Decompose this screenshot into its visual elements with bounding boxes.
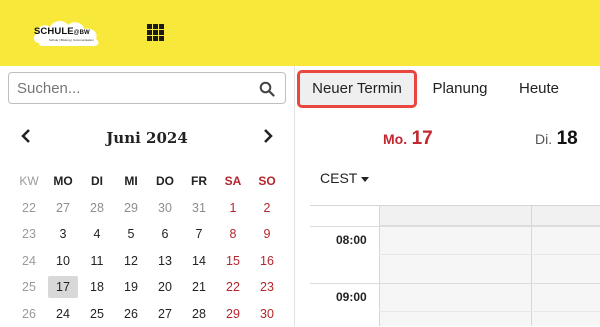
week-number: 22 bbox=[12, 197, 46, 219]
calendar-day[interactable]: 11 bbox=[80, 250, 114, 272]
search-box bbox=[8, 72, 286, 104]
calendar-week-row: 25 17 18 19 20 21 22 23 bbox=[12, 274, 284, 301]
grid-column-divider bbox=[379, 206, 380, 326]
calendar-day[interactable]: 1 bbox=[216, 197, 250, 219]
calendar-day[interactable]: 15 bbox=[216, 250, 250, 272]
week-number: 26 bbox=[12, 303, 46, 325]
calendar-day[interactable]: 29 bbox=[114, 197, 148, 219]
calendar-week-row: 22 27 28 29 30 31 1 2 bbox=[12, 195, 284, 222]
timezone-dropdown[interactable]: CEST bbox=[320, 170, 369, 186]
calendar-weekday-header: KW MO DI MI DO FR SA SO bbox=[12, 168, 284, 195]
calendar-day[interactable]: 9 bbox=[250, 223, 284, 245]
calendar-day[interactable]: 24 bbox=[46, 303, 80, 325]
calendar-day[interactable]: 3 bbox=[46, 223, 80, 245]
calendar-day[interactable]: 29 bbox=[216, 303, 250, 325]
hour-label: 09:00 bbox=[336, 290, 367, 304]
day-name: Mo. bbox=[383, 131, 407, 147]
calendar-day[interactable]: 31 bbox=[182, 197, 216, 219]
logo-subtitle: Schule | Bildung | Kommunikation bbox=[49, 38, 94, 42]
logo-text: SCHULE@BW bbox=[34, 26, 90, 37]
calendar-week-row: 24 10 11 12 13 14 15 16 bbox=[12, 248, 284, 275]
schule-bw-logo[interactable]: SCHULE@BW Schule | Bildung | Kommunikati… bbox=[31, 17, 103, 49]
calendar-day[interactable]: 14 bbox=[182, 250, 216, 272]
calendar-day[interactable]: 7 bbox=[182, 223, 216, 245]
half-hour-line bbox=[379, 254, 600, 255]
calendar-day[interactable]: 8 bbox=[216, 223, 250, 245]
weekday-header: FR bbox=[182, 170, 216, 192]
new-appointment-button[interactable]: Neuer Termin bbox=[297, 70, 417, 108]
calendar-week-row: 23 3 4 5 6 7 8 9 bbox=[12, 221, 284, 248]
today-button[interactable]: Heute bbox=[508, 70, 570, 108]
chevron-right-icon[interactable] bbox=[262, 128, 274, 144]
day-name: Di. bbox=[535, 131, 552, 147]
calendar-day[interactable]: 23 bbox=[250, 276, 284, 298]
calendar-day[interactable]: 5 bbox=[114, 223, 148, 245]
calendar-day[interactable]: 10 bbox=[46, 250, 80, 272]
mini-calendar-title: Juni 2024 bbox=[0, 129, 294, 147]
weekday-header: SO bbox=[250, 170, 284, 192]
calendar-day[interactable]: 6 bbox=[148, 223, 182, 245]
calendar-day[interactable]: 28 bbox=[80, 197, 114, 219]
planning-button[interactable]: Planung bbox=[424, 70, 496, 108]
day-header-monday[interactable]: Mo. 17 bbox=[383, 128, 433, 150]
week-number-header: KW bbox=[12, 170, 46, 192]
calendar-day[interactable]: 25 bbox=[80, 303, 114, 325]
day-header-tuesday[interactable]: Di. 18 bbox=[535, 128, 578, 150]
calendar-day[interactable]: 2 bbox=[250, 197, 284, 219]
calendar-day[interactable]: 27 bbox=[148, 303, 182, 325]
calendar-day[interactable]: 27 bbox=[46, 197, 80, 219]
apps-grid-icon[interactable] bbox=[147, 24, 164, 41]
weekday-header: SA bbox=[216, 170, 250, 192]
calendar-day[interactable]: 4 bbox=[80, 223, 114, 245]
calendar-day[interactable]: 20 bbox=[148, 276, 182, 298]
search-input[interactable] bbox=[17, 79, 257, 97]
day-number: 17 bbox=[412, 128, 433, 149]
hour-label: 08:00 bbox=[336, 233, 367, 247]
weekday-header: MO bbox=[46, 170, 80, 192]
search-icon[interactable] bbox=[259, 81, 275, 97]
half-hour-line bbox=[379, 311, 600, 312]
calendar-day[interactable]: 18 bbox=[80, 276, 114, 298]
all-day-row[interactable] bbox=[379, 206, 600, 226]
calendar-day[interactable]: 30 bbox=[148, 197, 182, 219]
calendar-day[interactable]: 26 bbox=[114, 303, 148, 325]
calendar-day[interactable]: 21 bbox=[182, 276, 216, 298]
weekday-header: MI bbox=[114, 170, 148, 192]
calendar-day[interactable]: 28 bbox=[182, 303, 216, 325]
calendar-day[interactable]: 13 bbox=[148, 250, 182, 272]
week-number: 24 bbox=[12, 250, 46, 272]
calendar-day[interactable]: 19 bbox=[114, 276, 148, 298]
calendar-day[interactable]: 22 bbox=[216, 276, 250, 298]
day-number: 18 bbox=[557, 128, 578, 149]
caret-down-icon bbox=[361, 177, 369, 182]
calendar-day[interactable]: 12 bbox=[114, 250, 148, 272]
weekday-header: DO bbox=[148, 170, 182, 192]
calendar-day-selected[interactable]: 17 bbox=[48, 276, 78, 298]
hour-line bbox=[310, 283, 600, 284]
calendar-day[interactable]: 30 bbox=[250, 303, 284, 325]
week-number: 23 bbox=[12, 223, 46, 245]
panel-divider bbox=[294, 66, 295, 326]
calendar-week-row: 26 24 25 26 27 28 29 30 bbox=[12, 301, 284, 327]
hour-line bbox=[310, 226, 600, 227]
weekday-header: DI bbox=[80, 170, 114, 192]
top-bar: SCHULE@BW Schule | Bildung | Kommunikati… bbox=[0, 0, 600, 66]
timezone-label: CEST bbox=[320, 170, 357, 186]
calendar-day[interactable]: 16 bbox=[250, 250, 284, 272]
mini-calendar-grid: KW MO DI MI DO FR SA SO 22 27 28 29 30 3… bbox=[12, 168, 284, 327]
grid-column-divider bbox=[531, 206, 532, 326]
week-number: 25 bbox=[12, 276, 46, 298]
